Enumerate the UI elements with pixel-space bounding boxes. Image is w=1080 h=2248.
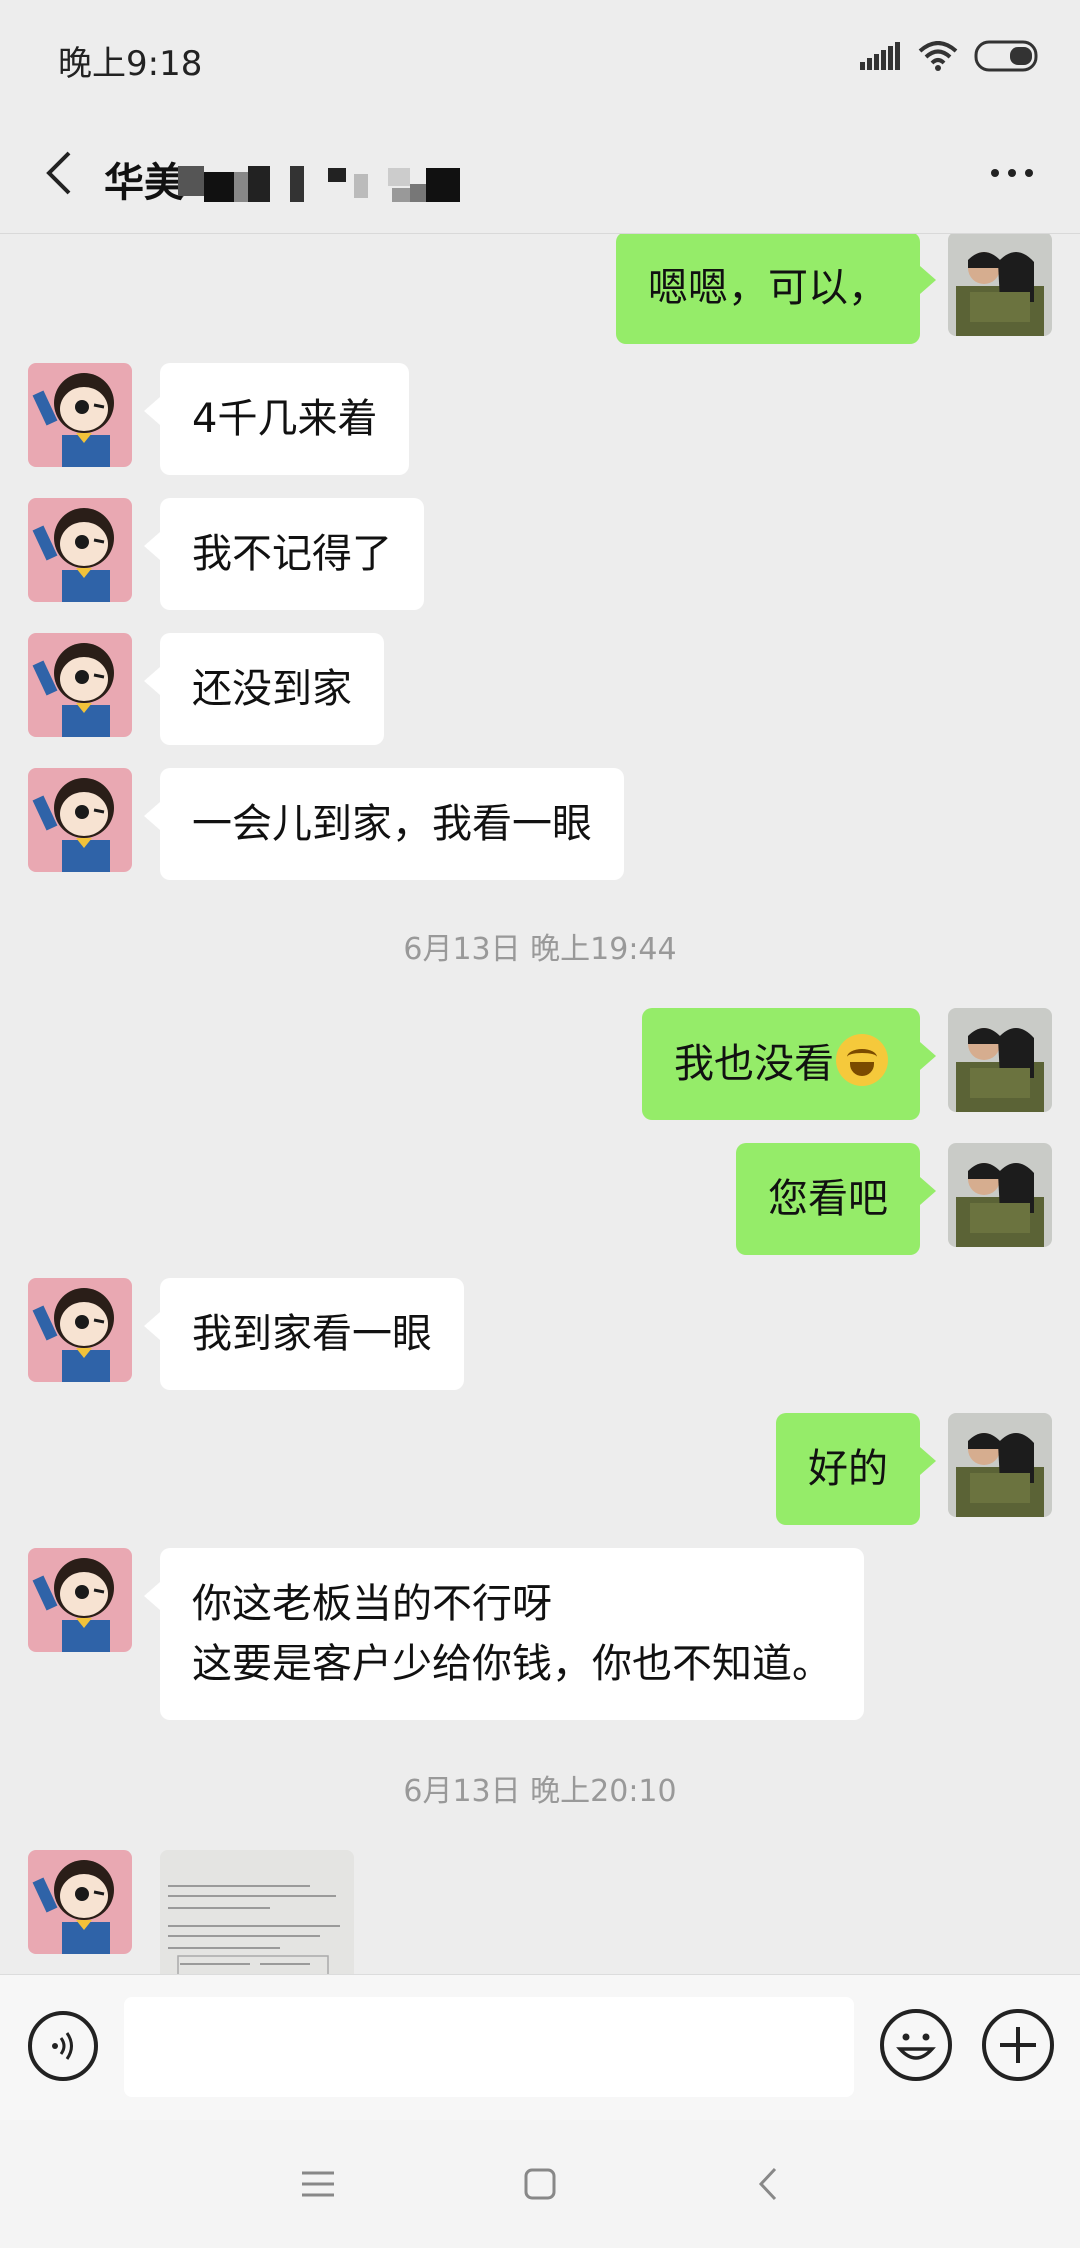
smiley-icon (896, 2033, 936, 2060)
status-icons (860, 38, 1042, 74)
status-bar: 晚上9:18 (0, 0, 1080, 112)
message-bubble-sent[interactable]: 嗯嗯，可以， (616, 234, 936, 344)
avatar-contact[interactable] (28, 1850, 132, 1954)
more-button[interactable] (972, 142, 1052, 204)
wifi-icon (918, 41, 958, 71)
message-bubble-received[interactable]: 还没到家 (144, 633, 384, 745)
dot (1008, 169, 1016, 177)
avatar-contact[interactable] (28, 363, 132, 467)
home-button[interactable] (512, 2156, 568, 2212)
avatar-contact[interactable] (28, 768, 132, 872)
signal-icon (860, 42, 900, 70)
avatar-contact[interactable] (28, 633, 132, 737)
status-time: 晚上9:18 (58, 44, 203, 84)
chat-title: 华美 (104, 160, 184, 206)
system-back-button[interactable] (740, 2156, 796, 2212)
facepalm-laugh-emoji-icon (836, 1034, 888, 1086)
message-bubble-received[interactable]: 4千几来着 (143, 363, 410, 475)
avatar-self[interactable] (948, 234, 1052, 336)
emoji-button[interactable] (880, 2009, 952, 2081)
avatar-contact[interactable] (28, 1548, 132, 1652)
voice-icon (52, 2032, 73, 2060)
message-bubble-sent[interactable]: 我也没看 (642, 1008, 936, 1120)
avatar-contact[interactable] (28, 498, 132, 602)
chat-header: 华美 (0, 112, 1080, 234)
message-input[interactable] (124, 1997, 854, 2097)
dot (991, 169, 999, 177)
message-bubble-received[interactable]: 我不记得了 (144, 498, 424, 610)
message-bubble-received[interactable]: 一会儿到家，我看一眼 (144, 768, 624, 880)
avatar-self[interactable] (948, 1143, 1052, 1247)
message-bubble-received[interactable]: 你这老板当的不行呀 这要是客户少给你钱，你也不知道。 (144, 1548, 864, 1720)
more-functions-button[interactable] (982, 2009, 1054, 2081)
photo-thumbnail-icon[interactable] (160, 1850, 354, 1974)
voice-button[interactable] (28, 2011, 98, 2081)
message-bubble-sent[interactable]: 您看吧 (736, 1143, 936, 1255)
avatar-contact[interactable] (28, 1278, 132, 1382)
menu-icon (302, 2171, 334, 2197)
battery-icon (974, 40, 1038, 72)
back-button[interactable] (30, 140, 86, 206)
redacted-mosaic (178, 166, 460, 202)
message-timestamp: 6月13日 晚上19:44 (403, 932, 677, 967)
message-bubble-received[interactable]: 我到家看一眼 (144, 1278, 464, 1390)
system-navigation-bar (0, 2120, 1080, 2248)
home-square-icon (524, 2168, 556, 2200)
chevron-left-icon (46, 151, 71, 195)
avatar-self[interactable] (948, 1413, 1052, 1517)
plus-icon (1000, 2027, 1036, 2063)
message-timestamp: 6月13日 晚上20:10 (403, 1774, 677, 1809)
dot (1025, 169, 1033, 177)
message-text: 我也没看 (674, 1041, 834, 1087)
menu-button[interactable] (290, 2156, 346, 2212)
message-bubble-sent[interactable]: 好的 (776, 1413, 936, 1525)
message-list[interactable]: 嗯嗯，可以， 4千几来着 我不记得了 还没到家 一会儿到家，我看一眼 6月13日… (0, 234, 1080, 1974)
chevron-left-icon (758, 2167, 777, 2201)
avatar-self[interactable] (948, 1008, 1052, 1112)
input-bar (0, 1974, 1080, 2120)
